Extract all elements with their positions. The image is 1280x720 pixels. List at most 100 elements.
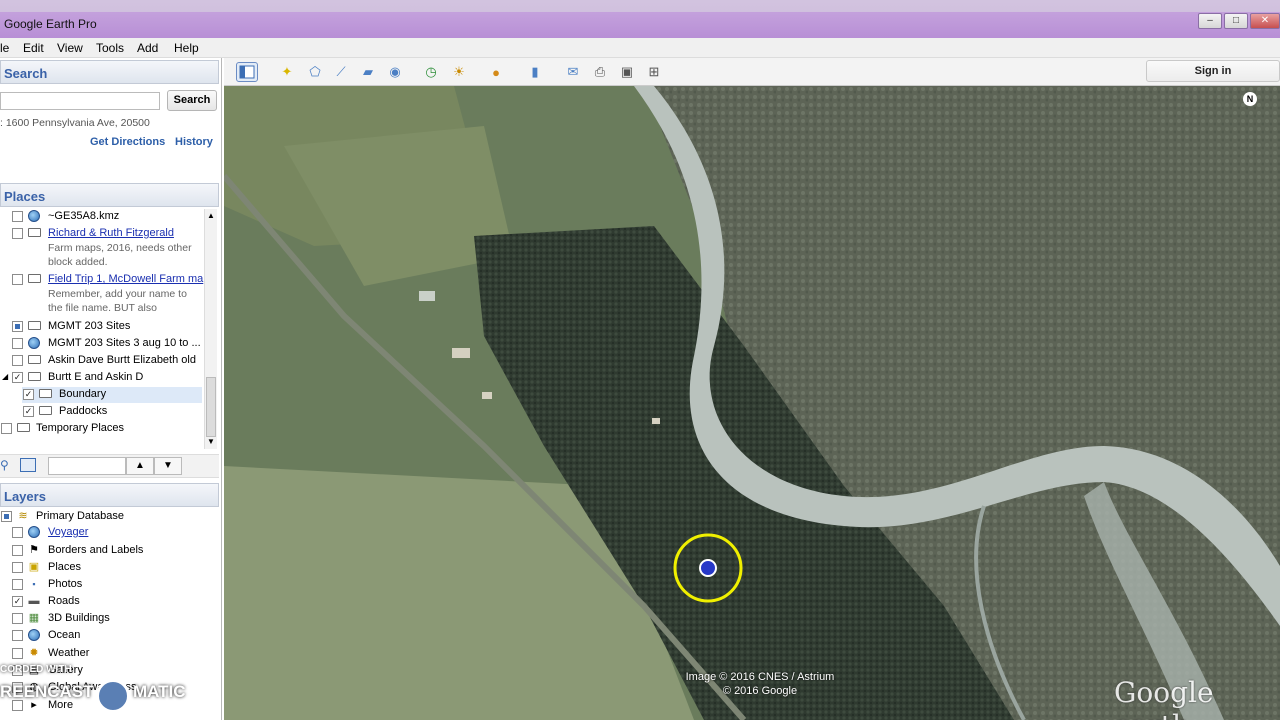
menu-help[interactable]: Help (174, 41, 199, 55)
image-overlay-icon[interactable]: ▰ (357, 62, 379, 82)
path-icon[interactable]: ⟋ (330, 62, 352, 82)
record-tour-icon[interactable]: ◉ (384, 62, 406, 82)
menu-file[interactable]: le (0, 41, 9, 55)
place-checkbox[interactable]: ✓ (23, 406, 34, 417)
place-checkbox[interactable] (1, 423, 12, 434)
layer-checkbox[interactable] (12, 562, 23, 573)
map-view[interactable]: N Image © 2016 CNES / Astrium © 2016 Goo… (224, 86, 1280, 720)
layer-item[interactable]: ⚑ Borders and Labels (0, 543, 220, 559)
title-bar: Google Earth Pro – □ ✕ (0, 0, 1280, 38)
scroll-thumb[interactable] (206, 377, 216, 437)
sunlight-icon[interactable]: ☀ (448, 62, 470, 82)
place-checkbox[interactable]: ✓ (23, 389, 34, 400)
place-label: Burtt E and Askin D (48, 371, 144, 383)
print-icon[interactable]: ⎙ (589, 62, 611, 82)
maximize-button[interactable]: □ (1224, 13, 1248, 29)
place-label[interactable]: Field Trip 1, McDowell Farm ma (48, 273, 203, 285)
place-checkbox[interactable]: ✓ (12, 372, 23, 383)
layer-checkbox[interactable] (12, 630, 23, 641)
place-item[interactable]: ✓ Paddocks (0, 404, 204, 420)
place-label: Boundary (59, 388, 107, 400)
photo-icon: ▪ (32, 579, 36, 589)
menu-add[interactable]: Add (137, 41, 158, 55)
layer-checkbox[interactable] (1, 511, 12, 522)
place-checkbox[interactable] (12, 211, 23, 222)
layer-item[interactable]: ▦ 3D Buildings (0, 611, 220, 627)
roads-icon: ▬ (28, 595, 40, 607)
ruler-icon[interactable]: ▮ (524, 62, 546, 82)
place-item[interactable]: Richard & Ruth Fitzgerald (0, 226, 204, 242)
places-icon: ▣ (28, 561, 40, 573)
layers-panel-header[interactable]: Layers (0, 483, 219, 507)
historical-imagery-icon[interactable]: ◷ (420, 62, 442, 82)
expand-arrow-icon[interactable]: ◢ (2, 372, 8, 381)
layer-checkbox[interactable] (12, 648, 23, 659)
layer-checkbox[interactable] (12, 579, 23, 590)
place-item[interactable]: Askin Dave Burtt Elizabeth old (0, 353, 204, 369)
place-checkbox[interactable] (12, 321, 23, 332)
imagery-attribution: Image © 2016 CNES / Astrium © 2016 Googl… (685, 671, 835, 697)
email-icon[interactable]: ✉ (562, 62, 584, 82)
place-item[interactable]: Field Trip 1, McDowell Farm ma (0, 272, 204, 288)
place-item[interactable]: ✓ Boundary (0, 387, 204, 403)
layer-item[interactable]: Voyager (0, 525, 220, 541)
search-panel-header[interactable]: Search (0, 60, 219, 84)
layer-checkbox[interactable] (12, 613, 23, 624)
get-directions-link[interactable]: Get Directions (90, 136, 165, 148)
toolbar: ✦ ⬠ ⟋ ▰ ◉ ◷ ☀ ● ▮ ✉ ⎙ ▣ ⊞ Sign in (224, 58, 1280, 86)
place-item[interactable]: MGMT 203 Sites (0, 319, 204, 335)
polygon-icon[interactable]: ⬠ (304, 62, 326, 82)
move-up-icon[interactable]: ▲ (126, 457, 154, 475)
placemark-icon[interactable]: ✦ (276, 62, 298, 82)
place-item[interactable]: ~GE35A8.kmz (0, 209, 204, 225)
search-places-icon[interactable]: ⚲ (0, 458, 9, 472)
panel-toggle-icon[interactable] (20, 458, 36, 472)
sign-in-button[interactable]: Sign in (1146, 60, 1280, 82)
view-in-maps-icon[interactable]: ⊞ (643, 62, 665, 82)
sidebar-toggle-icon[interactable] (236, 62, 258, 82)
place-label[interactable]: Richard & Ruth Fitzgerald (48, 227, 174, 239)
layer-item[interactable]: ✓ ▬ Roads (0, 594, 220, 610)
place-item[interactable]: ◢ ✓ Burtt E and Askin D (0, 370, 204, 386)
layer-label: 3D Buildings (48, 612, 110, 624)
layer-item[interactable]: ✹ Weather (0, 646, 220, 662)
scroll-up-icon[interactable]: ▲ (207, 211, 215, 220)
layer-item[interactable]: ▣ Places (0, 560, 220, 576)
search-input[interactable] (0, 92, 160, 110)
place-label: Paddocks (59, 405, 108, 417)
layer-checkbox[interactable] (12, 545, 23, 556)
kmz-globe-icon (27, 337, 41, 349)
layer-label[interactable]: Voyager (48, 526, 88, 538)
compass-north-icon[interactable]: N (1243, 92, 1257, 106)
save-image-icon[interactable]: ▣ (616, 62, 638, 82)
layer-item[interactable]: ≋ Primary Database (0, 509, 220, 525)
place-checkbox[interactable] (12, 274, 23, 285)
place-checkbox[interactable] (12, 355, 23, 366)
minimize-button[interactable]: – (1198, 13, 1222, 29)
places-scrollbar[interactable]: ▲ ▼ (204, 209, 217, 449)
layer-label: Roads (48, 595, 80, 607)
move-down-icon[interactable]: ▼ (154, 457, 182, 475)
places-filter-input[interactable] (48, 457, 126, 475)
history-link[interactable]: History (175, 136, 213, 148)
menu-tools[interactable]: Tools (96, 41, 124, 55)
place-checkbox[interactable] (12, 228, 23, 239)
planets-icon[interactable]: ● (485, 62, 507, 82)
layer-label: Primary Database (36, 510, 125, 522)
layer-checkbox[interactable] (12, 527, 23, 538)
menu-edit[interactable]: Edit (23, 41, 44, 55)
place-item[interactable]: Temporary Places (0, 421, 204, 437)
layer-label: Places (48, 561, 82, 573)
layer-item[interactable]: ▪ Photos (0, 577, 220, 593)
place-item[interactable]: MGMT 203 Sites 3 aug 10 to ... (0, 336, 204, 352)
layer-item[interactable]: Ocean (0, 628, 220, 644)
layer-checkbox[interactable]: ✓ (12, 596, 23, 607)
open-folder-icon (27, 371, 41, 383)
search-button[interactable]: Search (167, 90, 217, 111)
scroll-down-icon[interactable]: ▼ (207, 437, 215, 446)
menu-bar: le Edit View Tools Add Help (0, 38, 1280, 58)
menu-view[interactable]: View (57, 41, 83, 55)
places-panel-header[interactable]: Places (0, 183, 219, 207)
place-checkbox[interactable] (12, 338, 23, 349)
close-button[interactable]: ✕ (1250, 13, 1280, 29)
